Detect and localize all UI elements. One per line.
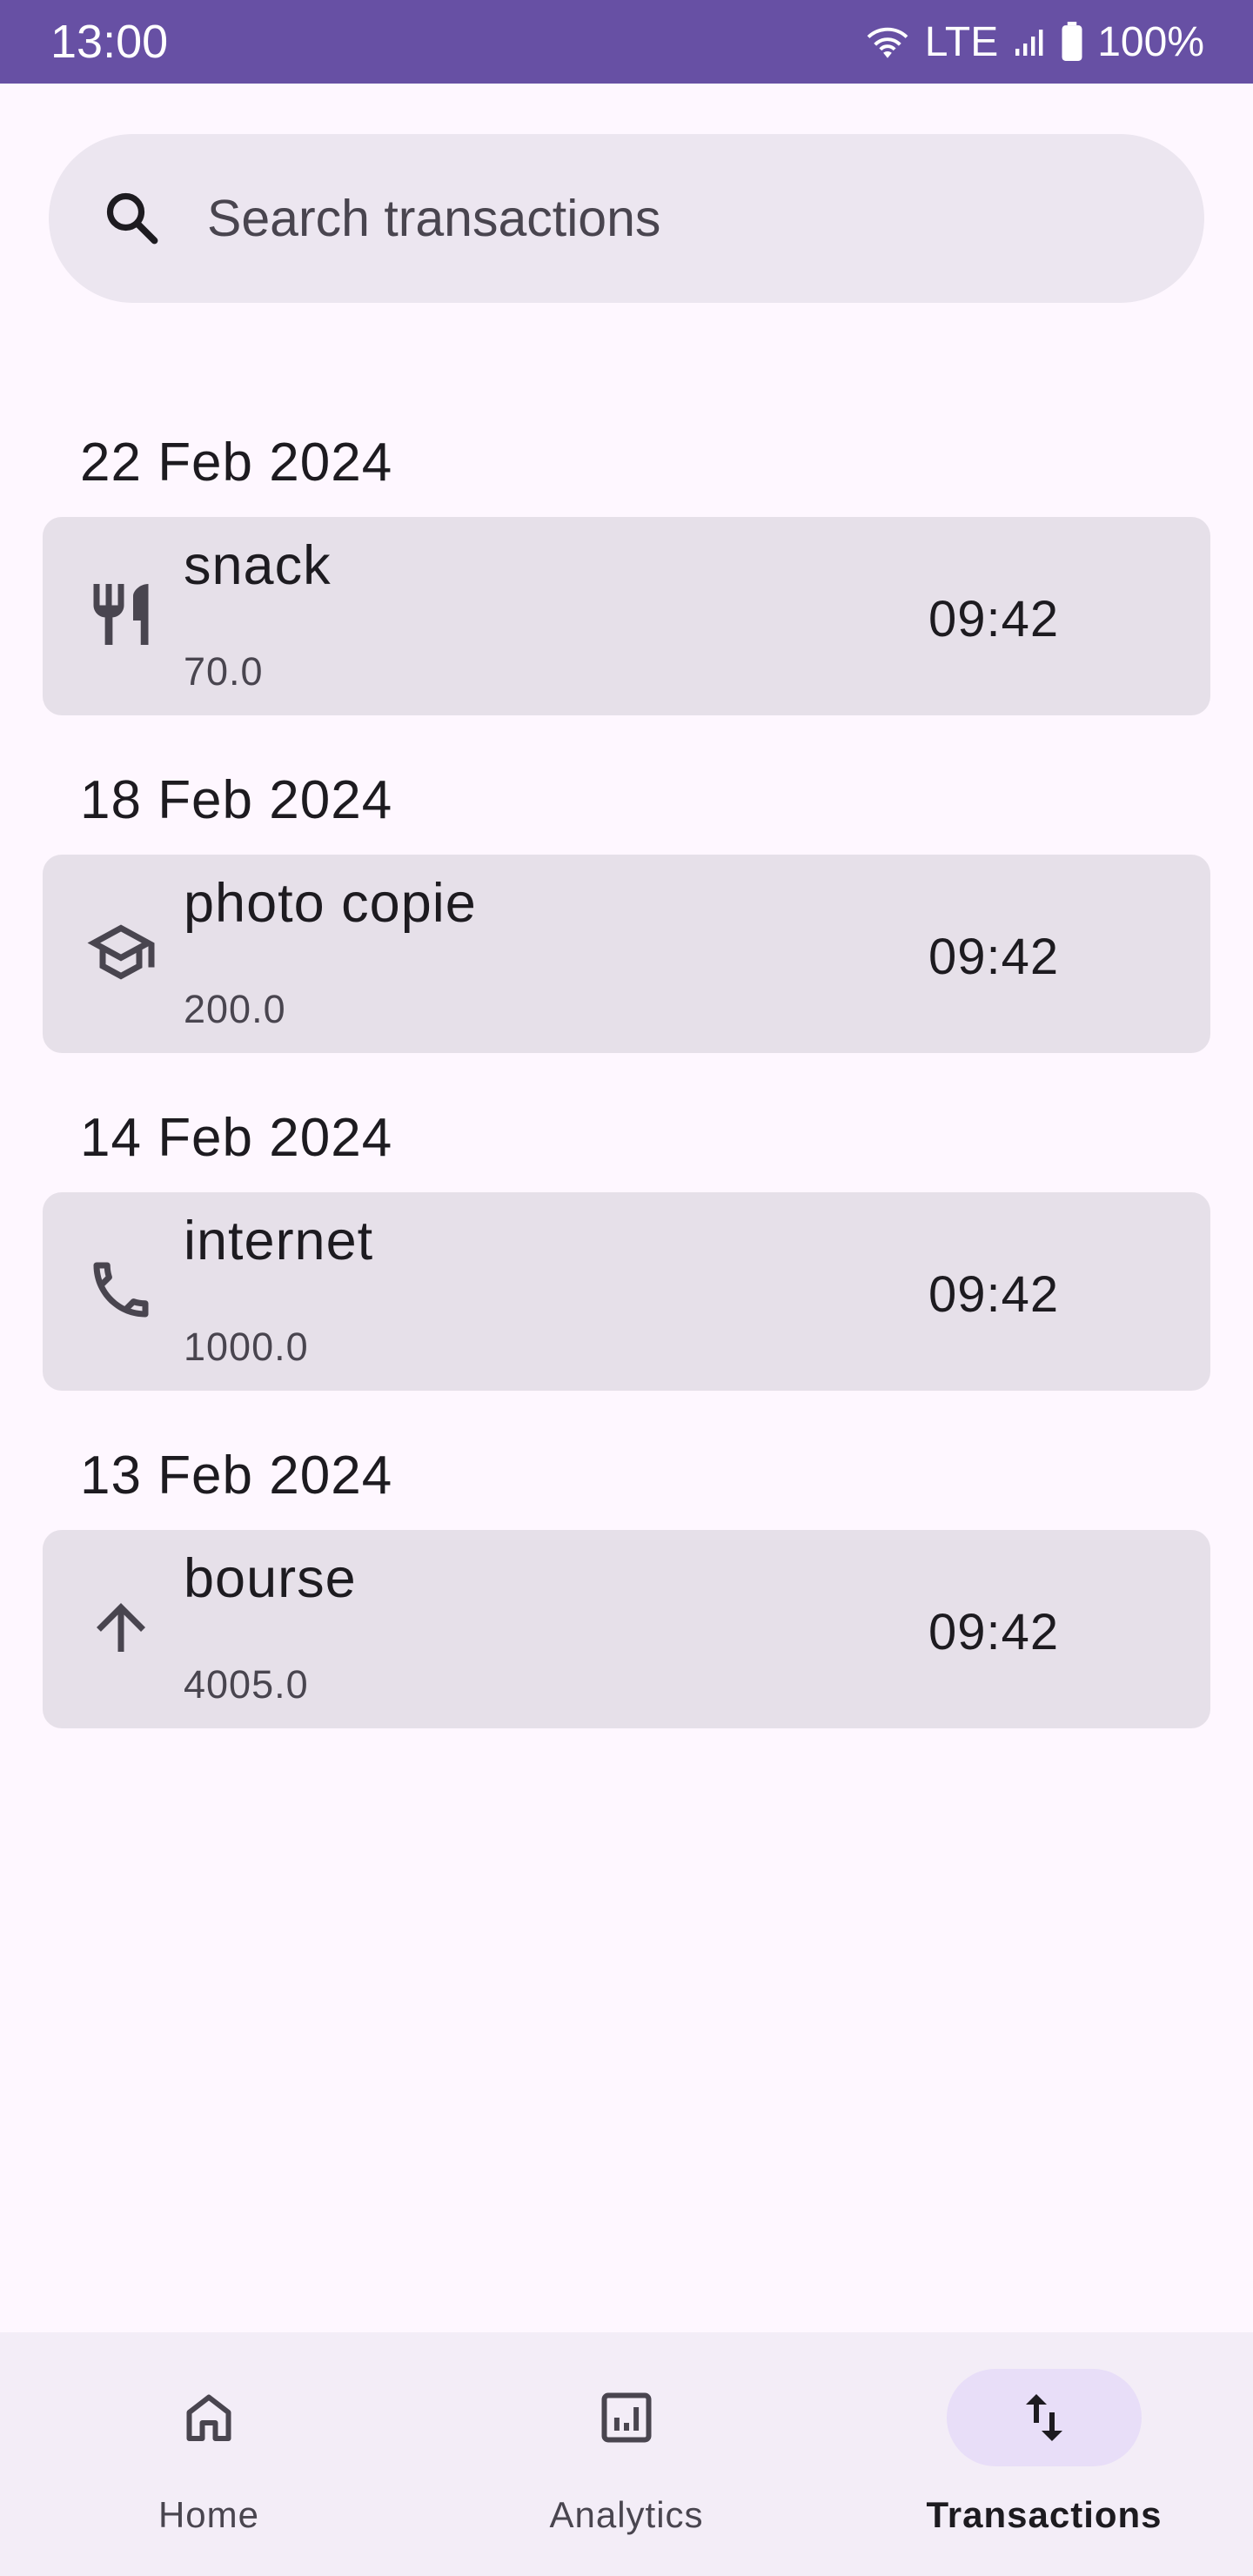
wifi-icon xyxy=(867,27,908,58)
transaction-title: photo copie xyxy=(184,873,477,934)
nav-label: Home xyxy=(157,2494,260,2535)
transaction-amount: 200.0 xyxy=(184,987,286,1031)
status-icons: LTE 100% xyxy=(864,18,1204,66)
date-header: 13 Feb 2024 xyxy=(80,1446,393,1506)
transaction-amount: 70.0 xyxy=(184,649,264,694)
transaction-amount: 4005.0 xyxy=(184,1662,309,1707)
date-header: 14 Feb 2024 xyxy=(80,1108,393,1168)
transaction-time: 09:42 xyxy=(928,591,1060,647)
bottom-navigation: Home Analytics Transactions xyxy=(0,2332,1253,2576)
nav-item-home[interactable]: Home xyxy=(0,2332,418,2576)
transaction-time: 09:42 xyxy=(928,929,1060,985)
transaction-card[interactable]: snack 70.0 09:42 xyxy=(43,517,1210,715)
nav-item-analytics[interactable]: Analytics xyxy=(418,2332,835,2576)
restaurant-icon xyxy=(93,584,149,645)
cell-signal-icon xyxy=(1015,30,1043,56)
battery-icon xyxy=(1062,22,1082,61)
transaction-card[interactable]: photo copie 200.0 09:42 xyxy=(43,855,1210,1053)
transaction-card[interactable]: internet 1000.0 09:42 xyxy=(43,1192,1210,1391)
search-input[interactable] xyxy=(207,189,1077,248)
transaction-time: 09:42 xyxy=(928,1604,1060,1660)
date-header: 22 Feb 2024 xyxy=(80,433,393,493)
battery-percent: 100% xyxy=(1097,18,1204,65)
phone-icon xyxy=(93,1262,149,1318)
status-time: 13:00 xyxy=(50,16,169,68)
nav-label: Analytics xyxy=(549,2494,704,2535)
search-icon xyxy=(106,192,158,245)
nav-label: Transactions xyxy=(926,2494,1163,2535)
transaction-title: bourse xyxy=(184,1548,357,1609)
analytics-icon xyxy=(601,2392,652,2443)
transaction-card[interactable]: bourse 4005.0 09:42 xyxy=(43,1530,1210,1728)
nav-item-transactions[interactable]: Transactions xyxy=(835,2332,1253,2576)
school-icon xyxy=(87,924,155,980)
arrow-up-icon xyxy=(97,1603,145,1652)
network-type: LTE xyxy=(924,18,999,65)
date-header: 18 Feb 2024 xyxy=(80,770,393,830)
status-bar: 13:00 LTE 100% xyxy=(0,0,1253,84)
home-icon xyxy=(186,2394,231,2441)
transaction-title: snack xyxy=(184,535,332,596)
swap-vert-icon xyxy=(1026,2394,1062,2441)
transaction-title: internet xyxy=(184,1211,374,1271)
search-bar[interactable] xyxy=(49,134,1204,303)
transaction-amount: 1000.0 xyxy=(184,1325,309,1369)
transaction-time: 09:42 xyxy=(928,1266,1060,1323)
